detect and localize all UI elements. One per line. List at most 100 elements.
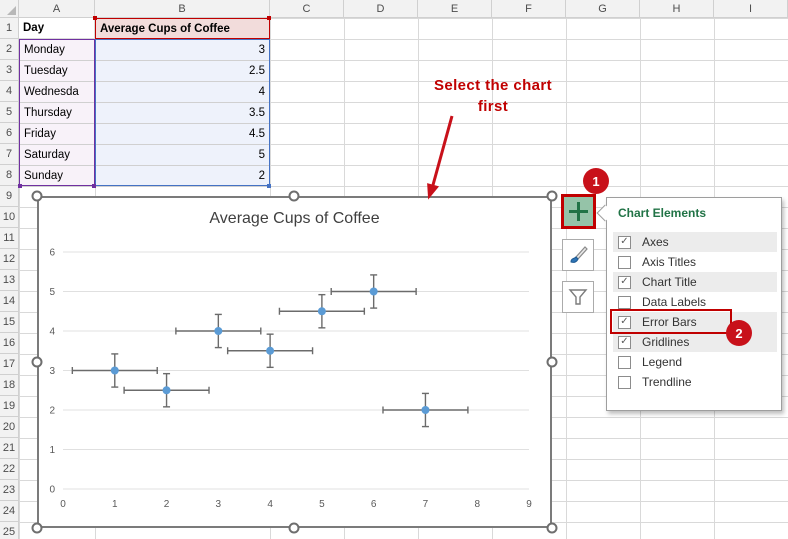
- row-header-12[interactable]: 12: [0, 249, 19, 270]
- column-header-B[interactable]: B: [95, 0, 270, 18]
- svg-text:3: 3: [49, 366, 55, 377]
- row-header-1[interactable]: 1: [0, 18, 19, 39]
- annotation-line1: Select the chart: [398, 77, 588, 94]
- row-header-13[interactable]: 13: [0, 270, 19, 291]
- resize-handle[interactable]: [547, 357, 558, 368]
- row-header-3[interactable]: 3: [0, 60, 19, 81]
- svg-text:7: 7: [423, 499, 429, 510]
- chart-object[interactable]: Average Cups of Coffee 01234560123456789: [37, 196, 552, 528]
- row-header-10[interactable]: 10: [0, 207, 19, 228]
- row-header-25[interactable]: 25: [0, 522, 19, 539]
- paintbrush-icon: [567, 244, 589, 266]
- row-header-18[interactable]: 18: [0, 375, 19, 396]
- cell-day-header[interactable]: Day: [19, 18, 95, 39]
- column-header-D[interactable]: D: [344, 0, 418, 18]
- resize-handle[interactable]: [32, 191, 43, 202]
- menu-item-legend[interactable]: Legend: [613, 352, 777, 372]
- resize-handle[interactable]: [289, 191, 300, 202]
- column-header-E[interactable]: E: [418, 0, 492, 18]
- cell-value-header[interactable]: Average Cups of Coffee: [95, 18, 270, 39]
- chart-styles-button[interactable]: [562, 239, 594, 271]
- svg-text:0: 0: [49, 485, 55, 496]
- checkbox-checked[interactable]: ✓: [618, 276, 631, 289]
- resize-handle[interactable]: [289, 523, 300, 534]
- column-header-A[interactable]: A: [19, 0, 95, 18]
- svg-text:5: 5: [49, 287, 55, 298]
- row-header-14[interactable]: 14: [0, 291, 19, 312]
- cell-value[interactable]: 4: [96, 82, 269, 103]
- svg-text:8: 8: [474, 499, 480, 510]
- row-header-20[interactable]: 20: [0, 417, 19, 438]
- column-header-F[interactable]: F: [492, 0, 566, 18]
- row-header-8[interactable]: 8: [0, 165, 19, 186]
- row-header-24[interactable]: 24: [0, 501, 19, 522]
- row-header-6[interactable]: 6: [0, 123, 19, 144]
- row-header-5[interactable]: 5: [0, 102, 19, 123]
- cell-value[interactable]: 3.5: [96, 103, 269, 124]
- row-header-11[interactable]: 11: [0, 228, 19, 249]
- row-header-19[interactable]: 19: [0, 396, 19, 417]
- svg-text:0: 0: [60, 499, 66, 510]
- cell-day[interactable]: Monday: [20, 40, 94, 61]
- chart-elements-plus-button[interactable]: [561, 194, 596, 229]
- select-all-corner[interactable]: [0, 0, 19, 18]
- column-header-G[interactable]: G: [566, 0, 640, 18]
- cell-day[interactable]: Wednesda: [20, 82, 94, 103]
- category-range[interactable]: MondayTuesdayWednesdaThursdayFridaySatur…: [19, 39, 95, 186]
- resize-handle[interactable]: [32, 357, 43, 368]
- menu-item-chart-title[interactable]: ✓Chart Title: [613, 272, 777, 292]
- chart-filters-button[interactable]: [562, 281, 594, 313]
- chart-elements-menu: Chart Elements ✓AxesAxis Titles✓Chart Ti…: [606, 197, 782, 411]
- row-header-21[interactable]: 21: [0, 438, 19, 459]
- cell-value[interactable]: 5: [96, 145, 269, 166]
- chart-title[interactable]: Average Cups of Coffee: [39, 210, 550, 228]
- resize-handle[interactable]: [32, 523, 43, 534]
- row-header-15[interactable]: 15: [0, 312, 19, 333]
- plus-icon: [577, 202, 580, 221]
- cell-day[interactable]: Thursday: [20, 103, 94, 124]
- row-header-4[interactable]: 4: [0, 81, 19, 102]
- resize-handle[interactable]: [547, 191, 558, 202]
- svg-text:5: 5: [319, 499, 325, 510]
- row-header-2[interactable]: 2: [0, 39, 19, 60]
- checkbox-checked[interactable]: ✓: [618, 336, 631, 349]
- row-header-17[interactable]: 17: [0, 354, 19, 375]
- range-handle[interactable]: [92, 184, 96, 188]
- menu-item-gridlines[interactable]: ✓Gridlines: [613, 332, 777, 352]
- value-range[interactable]: 32.543.54.552: [95, 39, 270, 186]
- menu-item-axes[interactable]: ✓Axes: [613, 232, 777, 252]
- menu-item-axis-titles[interactable]: Axis Titles: [613, 252, 777, 272]
- range-handle[interactable]: [93, 16, 97, 20]
- column-header-H[interactable]: H: [640, 0, 714, 18]
- checkbox-unchecked[interactable]: [618, 356, 631, 369]
- menu-item-trendline[interactable]: Trendline: [613, 372, 777, 392]
- cell-day[interactable]: Saturday: [20, 145, 94, 166]
- cell-value[interactable]: 3: [96, 40, 269, 61]
- column-header-C[interactable]: C: [270, 0, 344, 18]
- cell-value[interactable]: 2.5: [96, 61, 269, 82]
- cell-day[interactable]: Sunday: [20, 166, 94, 187]
- cell-value[interactable]: 4.5: [96, 124, 269, 145]
- checkbox-unchecked[interactable]: [618, 256, 631, 269]
- column-header-I[interactable]: I: [714, 0, 788, 18]
- menu-title: Chart Elements: [618, 206, 706, 220]
- row-header-9[interactable]: 9: [0, 186, 19, 207]
- cell-day[interactable]: Tuesday: [20, 61, 94, 82]
- resize-handle[interactable]: [547, 523, 558, 534]
- svg-text:6: 6: [371, 499, 377, 510]
- scatter-plot: 01234560123456789: [39, 198, 550, 526]
- range-handle[interactable]: [18, 184, 22, 188]
- checkbox-unchecked[interactable]: [618, 296, 631, 309]
- row-header-23[interactable]: 23: [0, 480, 19, 501]
- row-header-16[interactable]: 16: [0, 333, 19, 354]
- cell-day[interactable]: Friday: [20, 124, 94, 145]
- range-handle[interactable]: [267, 184, 271, 188]
- cell-value[interactable]: 2: [96, 166, 269, 187]
- range-handle[interactable]: [267, 16, 271, 20]
- checkbox-unchecked[interactable]: [618, 376, 631, 389]
- svg-text:4: 4: [267, 499, 273, 510]
- row-header-7[interactable]: 7: [0, 144, 19, 165]
- svg-text:2: 2: [164, 499, 170, 510]
- row-header-22[interactable]: 22: [0, 459, 19, 480]
- checkbox-checked[interactable]: ✓: [618, 236, 631, 249]
